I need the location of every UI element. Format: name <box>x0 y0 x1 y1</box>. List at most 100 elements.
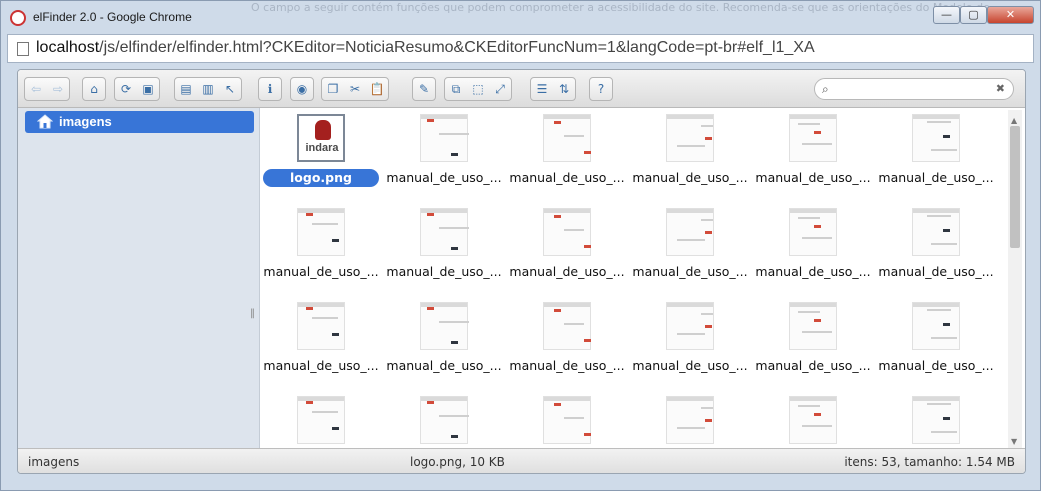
thumbnail-detail <box>312 223 338 225</box>
file-thumbnail <box>297 208 345 256</box>
file-item[interactable]: manual_de_uso_... <box>753 110 873 196</box>
file-thumbnail <box>789 114 837 162</box>
file-name: manual_de_uso_... <box>263 358 379 373</box>
select-icon[interactable]: ↖ <box>219 78 241 100</box>
file-item[interactable]: manual_de_uso_... <box>507 298 627 384</box>
help-icon[interactable]: ? <box>590 78 612 100</box>
close-button[interactable]: ✕ <box>987 6 1034 24</box>
info-icon[interactable]: ℹ <box>259 78 281 100</box>
thumbnail-detail <box>798 217 820 219</box>
file-thumbnail <box>912 396 960 444</box>
owl-icon <box>315 120 331 140</box>
thumbnail-detail <box>332 427 339 430</box>
file-name: manual_de_uso_... <box>878 170 994 185</box>
file-item[interactable] <box>630 392 750 448</box>
file-item[interactable] <box>261 392 381 448</box>
resize-icon[interactable]: ⤢ <box>489 78 511 100</box>
thumbnail-detail <box>931 149 957 151</box>
thumbnail-detail <box>705 231 712 234</box>
file-item[interactable]: manual_de_uso_... <box>261 298 381 384</box>
elfinder-panel: ⌕ ✖ ⇦ ⇨ ⌂ ⟳ ▣ ▤ ▥ ↖ ℹ ◉ ❐ ✂ 📋 ✎ ⧉ ⬚ ⤢ ☰ ⇅? imagens ‖ indar… <box>17 69 1026 474</box>
url-text[interactable]: localhost/js/elfinder/elfinder.html?CKEd… <box>36 39 815 57</box>
forward-icon[interactable]: ⇨ <box>47 78 69 100</box>
scroll-up-icon[interactable]: ▲ <box>1011 116 1017 125</box>
toolbar-group: ⇦ ⇨ <box>24 77 70 101</box>
file-item[interactable]: manual_de_uso_... <box>384 110 504 196</box>
minimize-button[interactable]: — <box>933 6 960 24</box>
thumbnail-header <box>544 209 590 213</box>
file-name: manual_de_uso_... <box>386 264 502 279</box>
file-item[interactable]: manual_de_uso_... <box>630 110 750 196</box>
edit-icon[interactable]: ✎ <box>413 78 435 100</box>
scrollbar[interactable]: ▲ ▼ <box>1008 110 1022 448</box>
file-item-logo[interactable]: indara logo.png <box>261 110 381 196</box>
file-item[interactable]: manual_de_uso_... <box>384 204 504 290</box>
search-box[interactable]: ⌕ ✖ <box>814 78 1014 100</box>
file-item[interactable]: manual_de_uso_... <box>753 204 873 290</box>
thumbnail-detail <box>306 213 313 216</box>
thumbnail-detail <box>802 143 832 145</box>
thumbnail-detail <box>451 435 458 438</box>
copy-icon[interactable]: ❐ <box>322 78 344 100</box>
chrome-icon <box>10 10 26 26</box>
thumbnail-detail <box>677 427 705 429</box>
resize-handle-icon[interactable]: ‖ <box>250 308 255 319</box>
thumbnail-detail <box>927 309 951 311</box>
crop-icon[interactable]: ⬚ <box>467 78 489 100</box>
sort-icon[interactable]: ⇅ <box>553 78 575 100</box>
preview-icon[interactable]: ◉ <box>291 78 313 100</box>
search-input[interactable] <box>839 81 989 97</box>
toolbar-group: ☰ ⇅ <box>530 77 576 101</box>
thumbnail-header <box>913 115 959 119</box>
file-item[interactable]: manual_de_uso_... <box>507 204 627 290</box>
home-icon[interactable]: ⌂ <box>83 78 105 100</box>
thumbnail-detail <box>584 433 591 436</box>
scroll-down-icon[interactable]: ▼ <box>1011 437 1017 446</box>
back-icon[interactable]: ⇦ <box>25 78 47 100</box>
thumbnail-detail <box>427 401 434 404</box>
file-item[interactable]: manual_de_uso_... <box>630 204 750 290</box>
cut-icon[interactable]: ✂ <box>344 78 366 100</box>
toolbar-group: ⌂ <box>82 77 106 101</box>
maximize-button[interactable]: ▢ <box>960 6 987 24</box>
address-bar[interactable]: localhost/js/elfinder/elfinder.html?CKEd… <box>7 34 1034 63</box>
thumbnail-header <box>913 303 959 307</box>
file-item[interactable]: manual_de_uso_... <box>876 298 996 384</box>
thumbnail-detail <box>798 405 820 407</box>
thumbnail-detail <box>798 311 820 313</box>
duplicate-icon[interactable]: ⧉ <box>445 78 467 100</box>
save-icon[interactable]: ▣ <box>137 78 159 100</box>
toolbar-group: ✎ <box>412 77 436 101</box>
thumbnail-detail <box>312 317 338 319</box>
file-item[interactable]: manual_de_uso_... <box>876 110 996 196</box>
download-icon[interactable]: ▥ <box>197 78 219 100</box>
file-thumbnail <box>543 302 591 350</box>
paste-icon[interactable]: 📋 <box>366 78 388 100</box>
file-item[interactable]: manual_de_uso_... <box>876 204 996 290</box>
file-item[interactable] <box>507 392 627 448</box>
thumbnail-detail <box>439 133 469 135</box>
thumbnail-detail <box>451 341 458 344</box>
file-name: manual_de_uso_... <box>755 358 871 373</box>
tree-item-imagens[interactable]: imagens <box>25 111 254 133</box>
thumbnail-detail <box>701 125 713 127</box>
file-name: manual_de_uso_... <box>632 170 748 185</box>
file-item[interactable] <box>876 392 996 448</box>
open-icon[interactable]: ▤ <box>175 78 197 100</box>
file-thumbnail <box>912 208 960 256</box>
file-item[interactable]: manual_de_uso_... <box>753 298 873 384</box>
file-item[interactable]: manual_de_uso_... <box>384 298 504 384</box>
thumbnail-detail <box>564 229 584 231</box>
file-item[interactable]: manual_de_uso_... <box>507 110 627 196</box>
scroll-thumb[interactable] <box>1010 126 1020 248</box>
file-item[interactable]: manual_de_uso_... <box>261 204 381 290</box>
file-item[interactable]: manual_de_uso_... <box>630 298 750 384</box>
file-item[interactable] <box>753 392 873 448</box>
thumbnail-detail <box>584 151 591 154</box>
file-item[interactable] <box>384 392 504 448</box>
reload-icon[interactable]: ⟳ <box>115 78 137 100</box>
clear-search-icon[interactable]: ✖ <box>996 82 1005 95</box>
thumbnail-detail <box>332 333 339 336</box>
list-view-icon[interactable]: ☰ <box>531 78 553 100</box>
thumbnail-detail <box>451 153 458 156</box>
